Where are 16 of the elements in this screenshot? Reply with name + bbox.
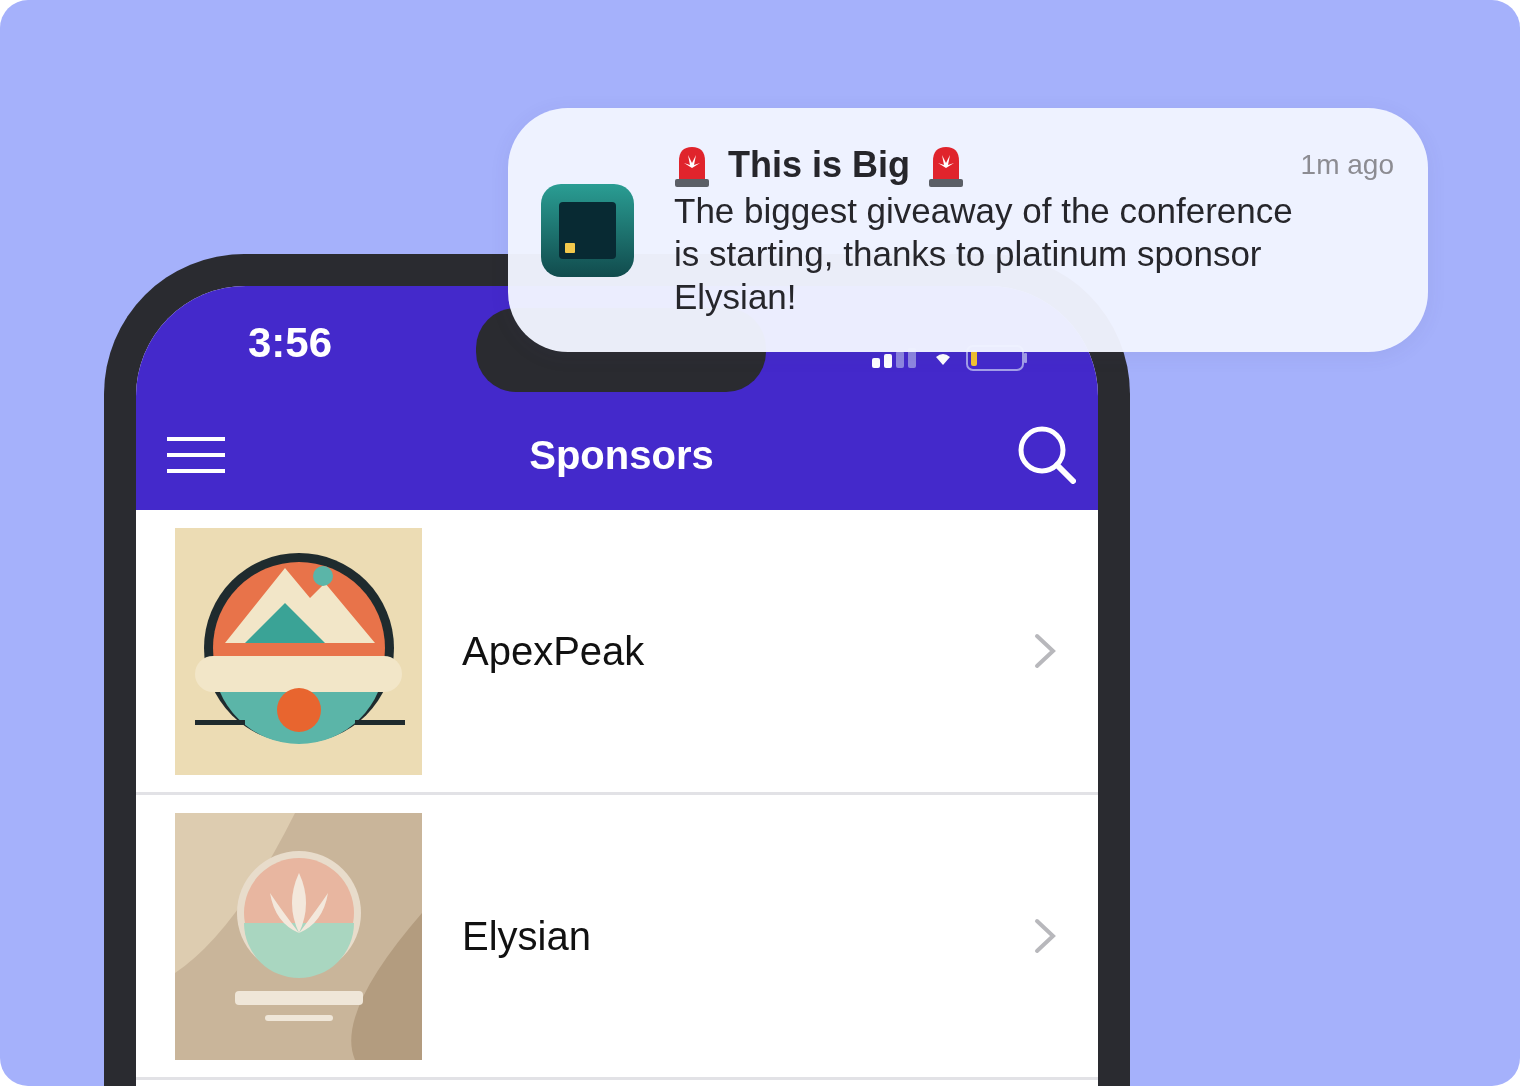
notification-card[interactable]: This is Big 1m ago The biggest giveaway of the conference is starting, thanks to platinum sponsor Elysian! [508,108,1428,352]
notification-time: 1m ago [1300,148,1394,181]
sponsor-row[interactable]: ApexPeak [136,510,1098,795]
chevron-right-icon [1034,918,1056,954]
sponsor-name: ApexPeak [462,628,646,674]
screen-title: Sponsors [528,432,715,478]
notification-title: This is Big [728,143,911,186]
menu-icon[interactable] [167,437,225,473]
chevron-right-icon [1034,633,1056,669]
sponsor-row[interactable]: Elysian [136,795,1098,1080]
wifi-icon [936,351,950,365]
status-time: 3:56 [248,319,334,367]
notification-message: The biggest giveaway of the conference is starting, thanks to platinum sponsor Elysian! [674,189,1294,318]
sponsor-name: Elysian [462,913,592,959]
app-icon [541,183,634,277]
search-icon[interactable] [1018,426,1076,484]
